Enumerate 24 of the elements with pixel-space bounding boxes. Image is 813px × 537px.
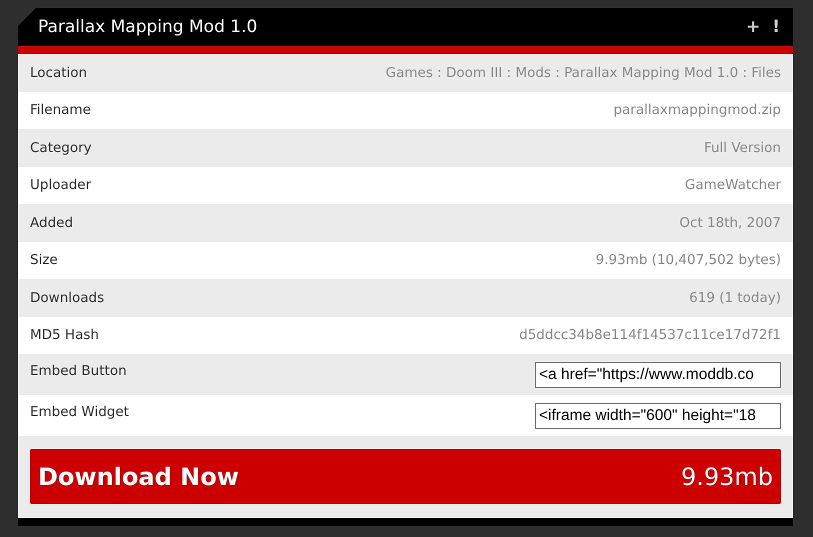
row-value: d5ddcc34b8e114f14537c11ce17d72f1 — [519, 327, 781, 344]
row-value: Full Version — [704, 140, 781, 156]
header-action-button[interactable]: ! — [769, 17, 783, 37]
row-value: GameWatcher — [684, 177, 781, 194]
row-label: Filename — [30, 102, 91, 118]
download-button[interactable]: Download Now 9.93mb — [30, 449, 781, 504]
window-title: Parallax Mapping Mod 1.0 — [38, 17, 258, 37]
header-action-button[interactable]: + — [742, 17, 764, 37]
row-value: parallaxmappingmod.zip — [613, 102, 781, 118]
row-label: MD5 Hash — [30, 327, 99, 344]
row-label: Location — [30, 64, 88, 81]
embed-code-field[interactable]: <a href="https://www.moddb.co — [535, 362, 781, 388]
row-value: 9.93mb (10,407,502 bytes) — [596, 252, 781, 268]
row-label: Downloads — [30, 290, 104, 306]
row-label: Size — [30, 252, 58, 268]
row-value: Oct 18th, 2007 — [679, 214, 781, 231]
row-value: 619 (1 today) — [689, 290, 781, 306]
row-label: Uploader — [30, 177, 92, 194]
embed-code-field[interactable]: <iframe width="600" height="18 — [535, 403, 781, 429]
row-label: Category — [30, 140, 92, 156]
row-label: Embed Button — [30, 363, 127, 379]
row-label: Embed Widget — [30, 404, 129, 420]
row-value: Games : Doom III : Mods : Parallax Mapping Mod 1.0 : Files — [386, 64, 781, 81]
row-label: Added — [30, 214, 74, 231]
